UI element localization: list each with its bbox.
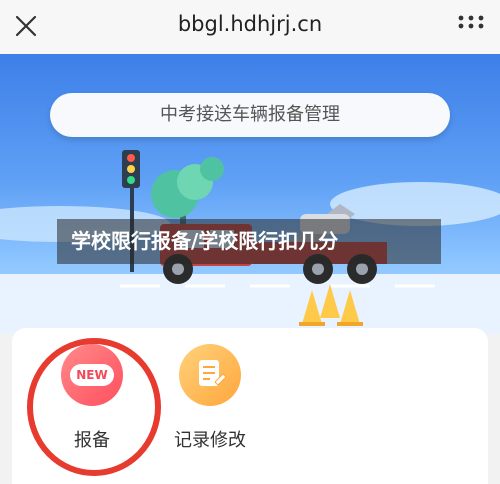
overlay-caption: 学校限行报备/学校限行扣几分 — [57, 219, 441, 264]
menu-card: NEW 报备 记录修改 — [12, 328, 488, 484]
banner: 中考接送车辆报备管理 — [0, 54, 500, 334]
document-edit-icon — [179, 344, 241, 406]
more-vertical-icon[interactable] — [456, 12, 486, 40]
menu-item-label: 报备 — [74, 430, 110, 451]
page-url: bbgl.hdhjrj.cn — [177, 12, 323, 36]
new-badge: NEW — [70, 364, 114, 386]
new-badge-icon: NEW — [61, 344, 123, 406]
menu-item-baobei[interactable]: NEW 报备 — [42, 344, 142, 452]
menu-item-record-edit[interactable]: 记录修改 — [160, 344, 260, 452]
menu-item-label: 记录修改 — [174, 430, 246, 451]
banner-title: 中考接送车辆报备管理 — [50, 93, 450, 137]
browser-top-bar: bbgl.hdhjrj.cn — [0, 0, 500, 54]
